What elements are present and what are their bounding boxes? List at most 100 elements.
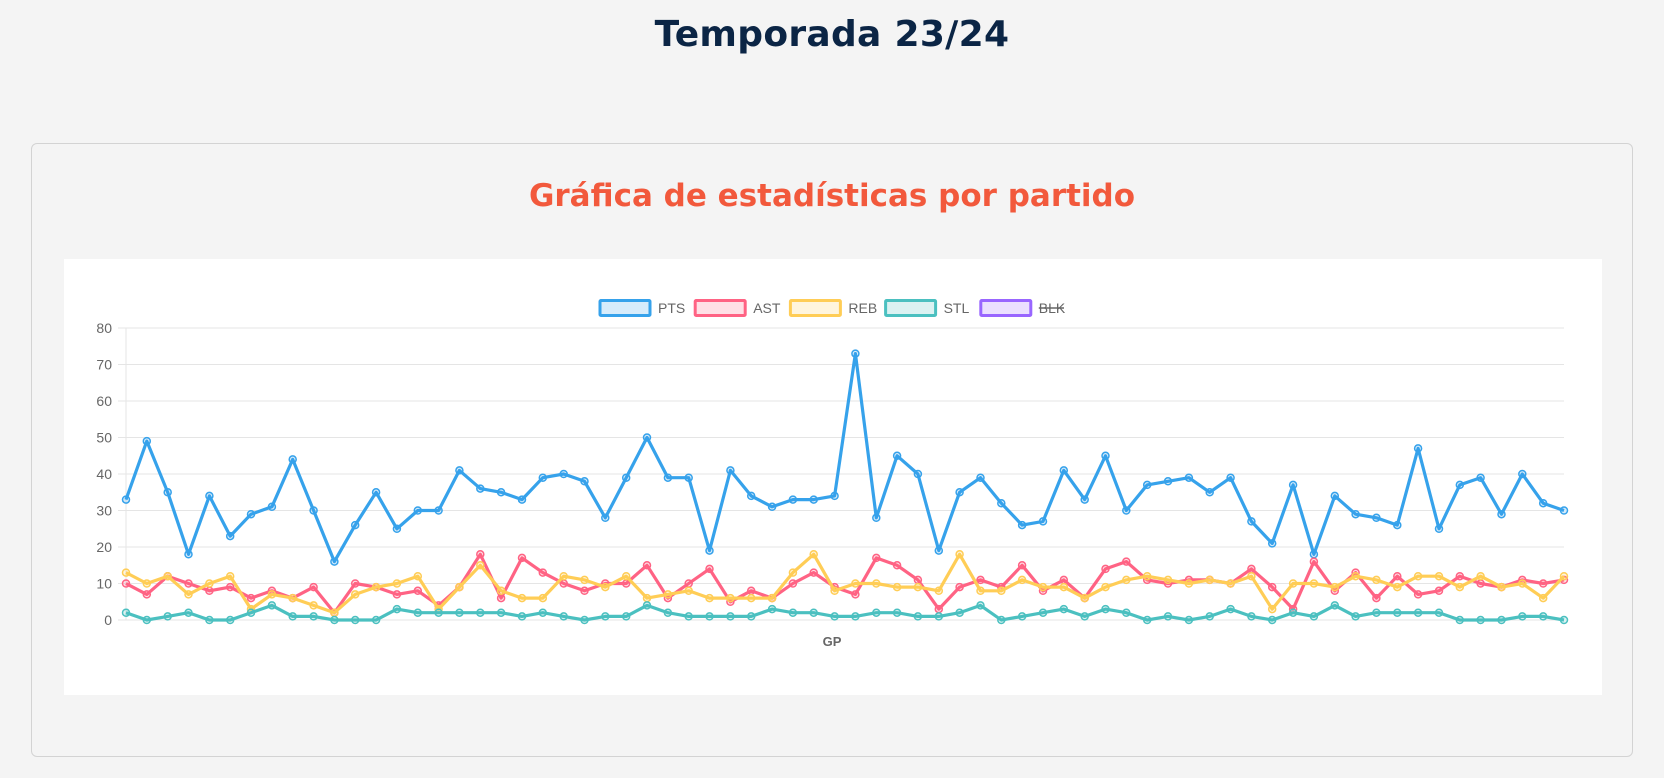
data-point-stl[interactable] (371, 615, 381, 625)
data-point-stl[interactable] (413, 608, 423, 617)
data-point-stl[interactable] (1372, 608, 1381, 617)
data-point-ast[interactable] (121, 579, 131, 588)
data-point-ast[interactable] (746, 586, 756, 596)
data-point-reb[interactable] (184, 590, 193, 599)
data-point-stl[interactable] (142, 615, 152, 625)
data-point-reb[interactable] (997, 586, 1006, 596)
data-point-ast[interactable] (538, 568, 548, 577)
data-point-reb[interactable] (371, 582, 381, 592)
data-point-pts[interactable] (1163, 477, 1173, 486)
data-point-reb[interactable] (955, 550, 964, 559)
data-point-reb[interactable] (1267, 604, 1277, 614)
data-point-stl[interactable] (1142, 615, 1152, 625)
data-point-stl[interactable] (1455, 615, 1465, 625)
data-point-reb[interactable] (621, 571, 631, 581)
data-point-reb[interactable] (830, 586, 839, 596)
data-point-reb[interactable] (705, 593, 714, 603)
data-point-pts[interactable] (955, 488, 964, 497)
data-point-stl[interactable] (288, 612, 297, 621)
data-point-ast[interactable] (1122, 557, 1131, 566)
data-point-reb[interactable] (642, 593, 652, 603)
data-point-stl[interactable] (872, 608, 881, 617)
data-point-pts[interactable] (1518, 469, 1527, 479)
data-point-stl[interactable] (601, 612, 610, 621)
data-point-pts[interactable] (184, 550, 193, 559)
data-point-stl[interactable] (1163, 612, 1173, 621)
data-point-reb[interactable] (746, 593, 756, 603)
data-point-reb[interactable] (476, 561, 485, 570)
data-point-pts[interactable] (1038, 517, 1048, 526)
data-point-reb[interactable] (1309, 579, 1319, 588)
data-point-reb[interactable] (1518, 579, 1527, 588)
legend-item-reb[interactable]: REB (788, 299, 877, 317)
data-point-pts[interactable] (601, 513, 610, 523)
legend-item-blk[interactable]: BLK (979, 299, 1066, 317)
data-point-reb[interactable] (684, 586, 693, 596)
data-point-pts[interactable] (1434, 524, 1444, 534)
data-point-reb[interactable] (580, 575, 589, 585)
data-point-stl[interactable] (1205, 612, 1214, 621)
data-point-reb[interactable] (1413, 571, 1423, 581)
data-point-pts[interactable] (142, 436, 152, 446)
data-point-reb[interactable] (1538, 593, 1548, 603)
data-point-stl[interactable] (455, 608, 464, 617)
data-point-pts[interactable] (1413, 444, 1423, 453)
data-point-pts[interactable] (1267, 539, 1277, 548)
data-point-ast[interactable] (642, 561, 652, 570)
data-point-pts[interactable] (559, 469, 568, 479)
data-point-ast[interactable] (913, 575, 923, 585)
data-point-ast[interactable] (350, 579, 360, 588)
data-point-stl[interactable] (830, 612, 839, 621)
data-point-ast[interactable] (1538, 579, 1548, 588)
data-point-reb[interactable] (330, 608, 339, 617)
data-point-pts[interactable] (830, 491, 839, 501)
data-point-ast[interactable] (1393, 571, 1402, 581)
data-point-pts[interactable] (121, 495, 131, 504)
data-point-reb[interactable] (1330, 582, 1340, 592)
data-point-stl[interactable] (1101, 604, 1110, 614)
data-point-reb[interactable] (851, 579, 860, 588)
data-point-reb[interactable] (517, 593, 527, 603)
data-point-stl[interactable] (705, 612, 714, 621)
data-point-ast[interactable] (1413, 590, 1423, 599)
data-point-reb[interactable] (1434, 571, 1444, 581)
data-point-pts[interactable] (163, 488, 172, 497)
data-point-reb[interactable] (1247, 571, 1256, 581)
data-point-reb[interactable] (1393, 582, 1402, 592)
data-point-stl[interactable] (330, 615, 339, 625)
data-point-ast[interactable] (1434, 586, 1444, 596)
data-point-stl[interactable] (746, 612, 756, 621)
data-point-stl[interactable] (1122, 608, 1131, 617)
data-point-reb[interactable] (163, 571, 172, 581)
data-point-reb[interactable] (1455, 582, 1465, 592)
data-point-pts[interactable] (726, 466, 735, 475)
data-point-stl[interactable] (1330, 601, 1340, 610)
data-point-stl[interactable] (580, 615, 589, 625)
data-point-pts[interactable] (872, 513, 881, 523)
data-point-stl[interactable] (205, 615, 214, 625)
data-point-stl[interactable] (267, 601, 277, 610)
data-point-pts[interactable] (1226, 473, 1235, 482)
data-point-ast[interactable] (476, 550, 485, 559)
data-point-stl[interactable] (1393, 608, 1402, 617)
data-point-stl[interactable] (121, 608, 131, 617)
data-point-reb[interactable] (872, 579, 881, 588)
data-point-pts[interactable] (225, 531, 235, 541)
data-point-ast[interactable] (809, 568, 818, 577)
data-point-reb[interactable] (1288, 579, 1298, 588)
data-point-stl[interactable] (476, 608, 485, 617)
data-point-stl[interactable] (1247, 612, 1256, 621)
data-point-pts[interactable] (1142, 480, 1152, 490)
data-point-ast[interactable] (705, 564, 714, 574)
data-point-pts[interactable] (413, 506, 423, 515)
data-point-pts[interactable] (1288, 480, 1298, 490)
data-point-reb[interactable] (1163, 575, 1173, 585)
data-point-pts[interactable] (767, 502, 777, 512)
data-point-stl[interactable] (1017, 612, 1027, 621)
data-point-stl[interactable] (1351, 612, 1360, 621)
data-point-ast[interactable] (184, 579, 193, 588)
data-point-ast[interactable] (392, 590, 402, 599)
data-point-stl[interactable] (1518, 612, 1527, 621)
data-point-pts[interactable] (205, 491, 214, 501)
data-point-reb[interactable] (1101, 582, 1110, 592)
